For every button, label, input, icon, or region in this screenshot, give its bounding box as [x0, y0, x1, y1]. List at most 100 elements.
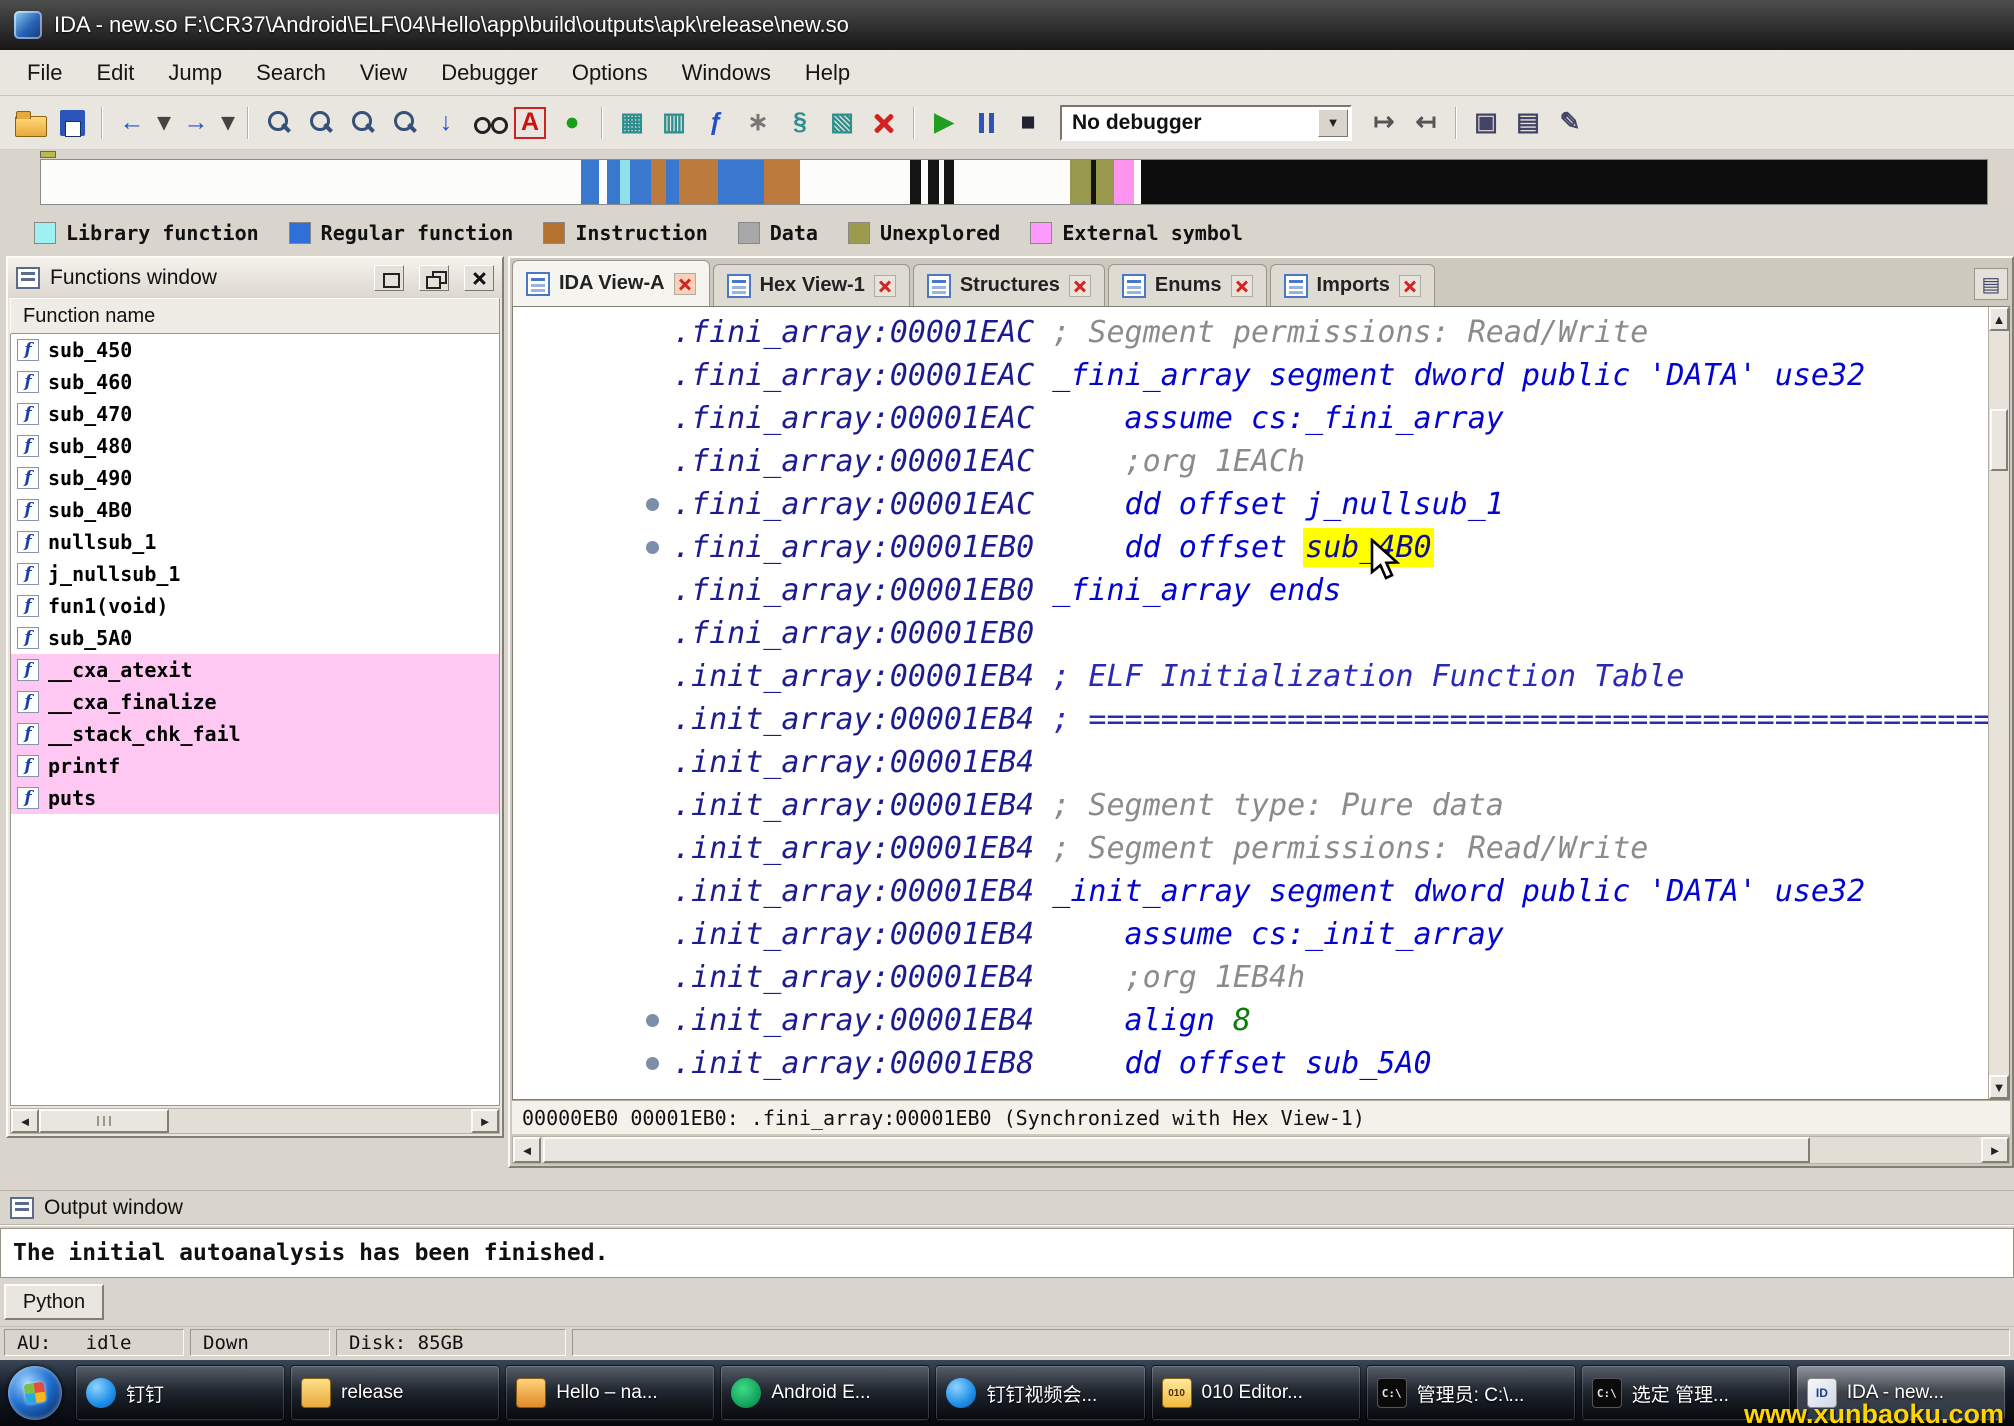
- disasm-line[interactable]: .init_array:00001EB4 ; Segment permissio…: [513, 827, 1988, 870]
- open-file-icon[interactable]: [10, 103, 50, 143]
- start-process-icon[interactable]: ▶: [924, 103, 964, 143]
- navband-segment[interactable]: [41, 160, 581, 204]
- disasm-line[interactable]: .init_array:00001EB4 align 8: [513, 999, 1988, 1042]
- search-binary-icon[interactable]: [258, 103, 298, 143]
- navband-segment[interactable]: [1141, 160, 1987, 204]
- start-button[interactable]: [8, 1366, 62, 1420]
- dropdown-arrow-icon[interactable]: ▼: [1318, 109, 1348, 137]
- navband-segment[interactable]: [1114, 160, 1135, 204]
- disassembly-horizontal-scrollbar[interactable]: ◄ ►: [512, 1136, 2010, 1164]
- disasm-line[interactable]: .init_array:00001EB8 dd offset sub_5A0: [513, 1042, 1988, 1085]
- functions-horizontal-scrollbar[interactable]: ◄ ►: [10, 1108, 500, 1134]
- make-enum-icon[interactable]: §: [780, 103, 820, 143]
- navband-segment[interactable]: [679, 160, 718, 204]
- function-row-j-nullsub-1[interactable]: fj_nullsub_1: [11, 558, 499, 590]
- close-icon[interactable]: [464, 265, 494, 291]
- function-row-puts[interactable]: fputs: [11, 782, 499, 814]
- navband-segment[interactable]: [954, 160, 1070, 204]
- disasm-line[interactable]: .init_array:00001EB4 ;org 1EB4h: [513, 956, 1988, 999]
- taskbar-item-dingtalk[interactable]: 钉钉: [75, 1365, 285, 1421]
- float-icon[interactable]: [419, 265, 449, 291]
- tab-close-icon[interactable]: [874, 275, 896, 297]
- make-code-icon[interactable]: ▦: [612, 103, 652, 143]
- jump-to-address-icon[interactable]: ↓: [426, 103, 466, 143]
- menu-jump[interactable]: Jump: [151, 53, 239, 93]
- menu-debugger[interactable]: Debugger: [424, 53, 555, 93]
- undefine-icon[interactable]: [864, 103, 904, 143]
- navigation-band[interactable]: [40, 159, 1988, 205]
- scroll-left-icon[interactable]: ◄: [513, 1137, 541, 1163]
- navband-segment[interactable]: [581, 160, 599, 204]
- navband-segment[interactable]: [1070, 160, 1091, 204]
- navband-segment[interactable]: [718, 160, 764, 204]
- disasm-line[interactable]: .init_array:00001EB4 _init_array segment…: [513, 870, 1988, 913]
- tab-close-icon[interactable]: [1399, 275, 1421, 297]
- detach-process-icon[interactable]: ↤: [1406, 103, 1446, 143]
- stop-process-icon[interactable]: ■: [1008, 103, 1048, 143]
- tab-close-icon[interactable]: [674, 273, 696, 295]
- disasm-line[interactable]: .init_array:00001EB4 assume cs:_init_arr…: [513, 913, 1988, 956]
- open-subviews-icon[interactable]: ▣: [1466, 103, 1506, 143]
- pause-process-icon[interactable]: [966, 103, 1006, 143]
- jump-forward-menu-icon[interactable]: ▾: [218, 103, 238, 143]
- menu-file[interactable]: File: [10, 53, 79, 93]
- menu-options[interactable]: Options: [555, 53, 665, 93]
- output-log-area[interactable]: The initial autoanalysis has been finish…: [0, 1228, 2014, 1278]
- make-data-icon[interactable]: ▥: [654, 103, 694, 143]
- menu-edit[interactable]: Edit: [79, 53, 151, 93]
- jump-forward-icon[interactable]: →: [176, 103, 216, 143]
- navband-segment[interactable]: [607, 160, 620, 204]
- taskbar-item-folder[interactable]: release: [290, 1365, 500, 1421]
- navband-segment[interactable]: [599, 160, 607, 204]
- tab-hex-view-1[interactable]: Hex View-1: [713, 264, 910, 306]
- function-row-cxa-finalize[interactable]: f__cxa_finalize: [11, 686, 499, 718]
- scrollbar-thumb[interactable]: [1990, 409, 2008, 471]
- scroll-right-icon[interactable]: ►: [471, 1109, 499, 1133]
- tab-imports[interactable]: Imports: [1270, 264, 1435, 306]
- scrollbar-thumb[interactable]: [543, 1137, 1810, 1163]
- disasm-line[interactable]: .fini_array:00001EAC assume cs:_fini_arr…: [513, 397, 1988, 440]
- taskbar-item-dingtalk-video[interactable]: 钉钉视频会...: [935, 1365, 1145, 1421]
- make-name-icon[interactable]: ƒ: [696, 103, 736, 143]
- window-list-button[interactable]: ▤: [1974, 268, 2008, 300]
- scrollbar-track[interactable]: [541, 1137, 1981, 1163]
- make-struct-icon[interactable]: ∗: [738, 103, 778, 143]
- function-row-sub-470[interactable]: fsub_470: [11, 398, 499, 430]
- disasm-line[interactable]: .init_array:00001EB4: [513, 741, 1988, 784]
- disasm-line[interactable]: .init_array:00001EB4 ; =================…: [513, 698, 1988, 741]
- function-row-nullsub-1[interactable]: fnullsub_1: [11, 526, 499, 558]
- function-row-sub-450[interactable]: fsub_450: [11, 334, 499, 366]
- navband-segment[interactable]: [944, 160, 954, 204]
- taskbar-item-android-studio[interactable]: Android E...: [720, 1365, 930, 1421]
- scrollbar-thumb[interactable]: [39, 1109, 169, 1133]
- function-row-fun1-void[interactable]: ffun1(void): [11, 590, 499, 622]
- reanalyze-icon[interactable]: ●: [552, 103, 592, 143]
- navband-segment[interactable]: [651, 160, 666, 204]
- disasm-line[interactable]: .fini_array:00001EAC ; Segment permissio…: [513, 311, 1988, 354]
- search-sequence-icon[interactable]: [342, 103, 382, 143]
- tab-close-icon[interactable]: [1069, 275, 1091, 297]
- jump-back-icon[interactable]: ←: [112, 103, 152, 143]
- python-cli-button[interactable]: Python: [4, 1284, 104, 1320]
- names-glasses-icon[interactable]: [468, 103, 508, 143]
- search-again-icon[interactable]: [384, 103, 424, 143]
- output-window-titlebar[interactable]: Output window: [0, 1190, 2014, 1224]
- tab-close-icon[interactable]: [1231, 275, 1253, 297]
- jump-back-menu-icon[interactable]: ▾: [154, 103, 174, 143]
- function-row-printf[interactable]: fprintf: [11, 750, 499, 782]
- function-row-sub-5a0[interactable]: fsub_5A0: [11, 622, 499, 654]
- navband-segment[interactable]: [764, 160, 800, 204]
- function-row-sub-4b0[interactable]: fsub_4B0: [11, 494, 499, 526]
- navband-segment[interactable]: [928, 160, 938, 204]
- navband-segment[interactable]: [630, 160, 651, 204]
- debugger-select[interactable]: No debugger▼: [1060, 105, 1352, 141]
- restore-icon[interactable]: [374, 265, 404, 291]
- problems-icon[interactable]: A: [510, 103, 550, 143]
- desktops-icon[interactable]: ▤: [1508, 103, 1548, 143]
- function-row-cxa-atexit[interactable]: f__cxa_atexit: [11, 654, 499, 686]
- navband-segment[interactable]: [921, 160, 929, 204]
- attach-process-icon[interactable]: ↦: [1364, 103, 1404, 143]
- menu-search[interactable]: Search: [239, 53, 343, 93]
- disasm-line[interactable]: .fini_array:00001EB0: [513, 612, 1988, 655]
- menu-windows[interactable]: Windows: [665, 53, 788, 93]
